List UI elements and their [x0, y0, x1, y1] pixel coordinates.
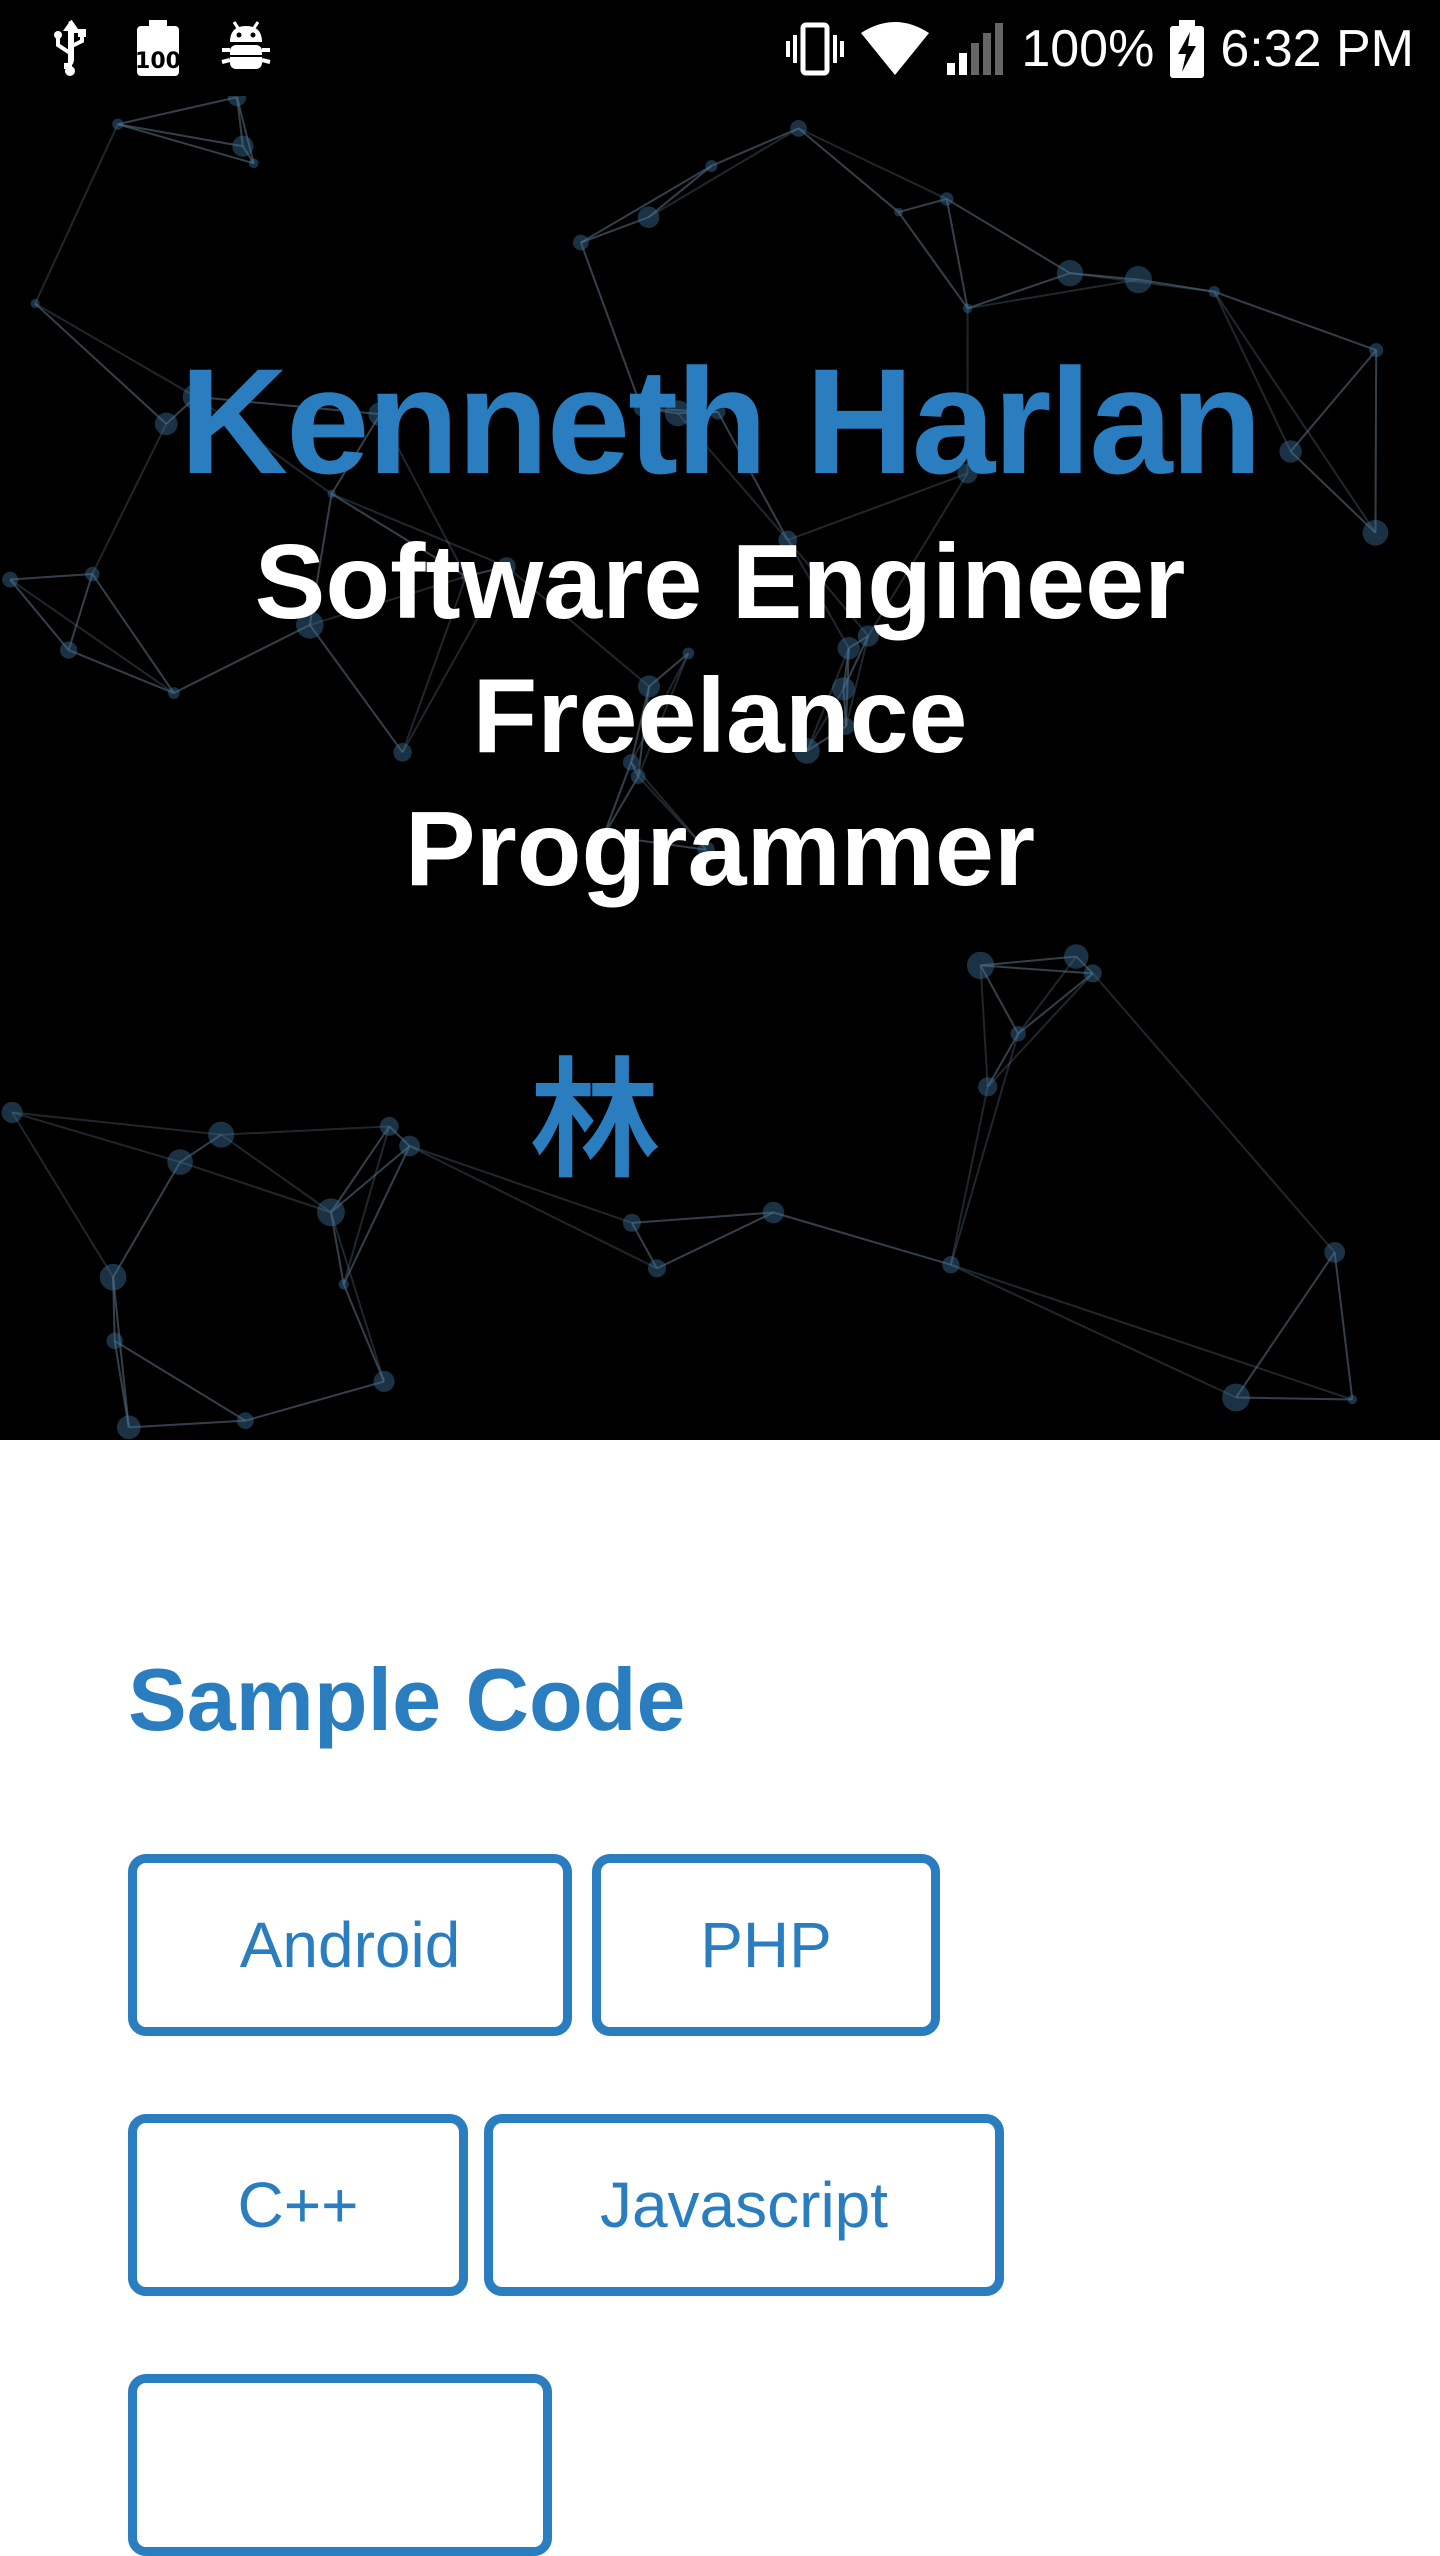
network-node — [317, 1198, 345, 1226]
vibrate-icon — [785, 19, 845, 79]
network-node — [1125, 266, 1152, 293]
network-node — [638, 206, 660, 228]
network-node — [648, 1259, 666, 1277]
battery-saver-100-icon: 100 — [128, 18, 188, 78]
network-link — [951, 1265, 1352, 1400]
network-link — [799, 128, 899, 212]
network-link — [649, 128, 799, 217]
hero-role-line-3: Programmer — [0, 796, 1440, 902]
status-bar: 100 — [0, 0, 1440, 96]
network-node — [967, 952, 994, 979]
network-link — [581, 166, 712, 243]
hero-role-line-2: Freelance — [0, 663, 1440, 769]
android-debug-icon — [216, 18, 276, 78]
network-node — [338, 1279, 348, 1289]
android-button[interactable]: Android — [128, 1854, 572, 2036]
network-link — [344, 1284, 384, 1381]
network-link — [1236, 1252, 1335, 1397]
network-node — [31, 299, 40, 308]
usb-icon — [40, 18, 100, 78]
network-link — [632, 1213, 774, 1223]
network-link — [649, 166, 712, 217]
network-link — [799, 128, 947, 199]
network-node — [1324, 1242, 1345, 1263]
network-link — [899, 212, 968, 308]
network-node — [1348, 1395, 1357, 1404]
wifi-icon — [859, 19, 931, 79]
php-button[interactable]: PHP — [592, 1854, 940, 2036]
network-node — [374, 1371, 395, 1392]
network-node — [623, 1214, 641, 1232]
hero-cjk-name: 林 — [0, 1058, 1440, 1186]
network-node — [228, 96, 246, 106]
status-right-icons: 100% 6:32 PM — [785, 14, 1414, 84]
network-link — [1236, 1397, 1352, 1399]
network-link — [899, 199, 947, 212]
network-node — [237, 1412, 254, 1429]
network-node — [573, 235, 589, 251]
network-node — [1222, 1384, 1250, 1412]
network-node — [106, 1333, 122, 1349]
network-link — [118, 97, 237, 124]
network-node — [963, 304, 973, 314]
network-link — [113, 1277, 129, 1427]
network-node — [894, 208, 903, 217]
network-node — [1084, 964, 1102, 982]
network-link — [947, 199, 968, 308]
network-link — [129, 1421, 246, 1428]
network-link — [35, 124, 118, 303]
javascript-button[interactable]: Javascript — [484, 2114, 1004, 2296]
network-link — [773, 1213, 950, 1265]
network-link — [115, 1341, 246, 1421]
network-link — [711, 128, 798, 166]
cellular-signal-icon — [945, 19, 1007, 79]
network-node — [705, 160, 717, 172]
network-link — [968, 273, 1070, 308]
network-node — [60, 641, 77, 658]
network-node — [249, 158, 259, 168]
cpp-button[interactable]: C++ — [128, 2114, 468, 2296]
clock: 6:32 PM — [1220, 23, 1414, 75]
network-node — [117, 1415, 141, 1439]
network-link — [1335, 1252, 1353, 1399]
network-node — [942, 1256, 959, 1273]
battery-percent: 100% — [1021, 23, 1154, 75]
network-link — [1018, 973, 1093, 1033]
network-node — [1064, 944, 1089, 969]
network-link — [951, 1265, 1236, 1398]
network-link — [968, 280, 1139, 309]
network-node — [1010, 1026, 1025, 1041]
network-link — [947, 199, 1070, 273]
svg-text:100: 100 — [135, 49, 181, 74]
network-node — [940, 192, 953, 205]
network-node — [763, 1202, 785, 1224]
network-link — [657, 1213, 773, 1269]
network-link — [581, 217, 649, 242]
network-node — [100, 1264, 127, 1291]
partial-code-button[interactable] — [128, 2374, 552, 2556]
network-node — [1057, 260, 1083, 286]
sample-code-title: Sample Code — [128, 1656, 685, 1744]
hero-name: Kenneth Harlan — [0, 346, 1440, 496]
network-node — [232, 136, 253, 157]
network-node — [112, 119, 123, 130]
hero-role-line-1: Software Engineer — [0, 529, 1440, 635]
status-left-icons: 100 — [40, 18, 304, 78]
battery-charging-icon — [1168, 19, 1206, 79]
network-link — [981, 957, 1077, 966]
network-node — [790, 120, 807, 137]
hero-banner: Kenneth Harlan Software Engineer Freelan… — [0, 96, 1440, 1440]
network-node — [1209, 286, 1220, 297]
network-link — [245, 1381, 384, 1420]
